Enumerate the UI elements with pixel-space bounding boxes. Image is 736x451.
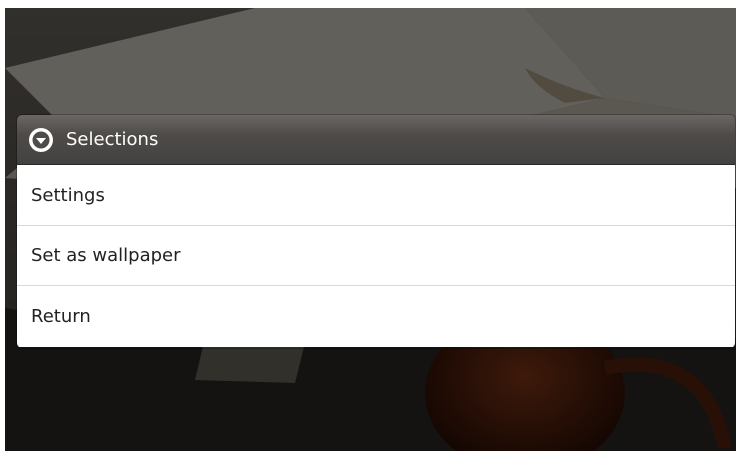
menu-list: Settings Set as wallpaper Return <box>17 165 735 347</box>
wallpaper-preview-screen: Selections Settings Set as wallpaper Ret… <box>5 8 736 451</box>
selections-dialog: Selections Settings Set as wallpaper Ret… <box>17 115 735 348</box>
menu-item-return[interactable]: Return <box>17 285 735 347</box>
menu-item-settings[interactable]: Settings <box>17 165 735 225</box>
dialog-header: Selections <box>17 115 735 165</box>
dropdown-circle-icon <box>28 127 54 153</box>
menu-item-set-as-wallpaper[interactable]: Set as wallpaper <box>17 225 735 285</box>
dialog-title: Selections <box>66 129 159 150</box>
